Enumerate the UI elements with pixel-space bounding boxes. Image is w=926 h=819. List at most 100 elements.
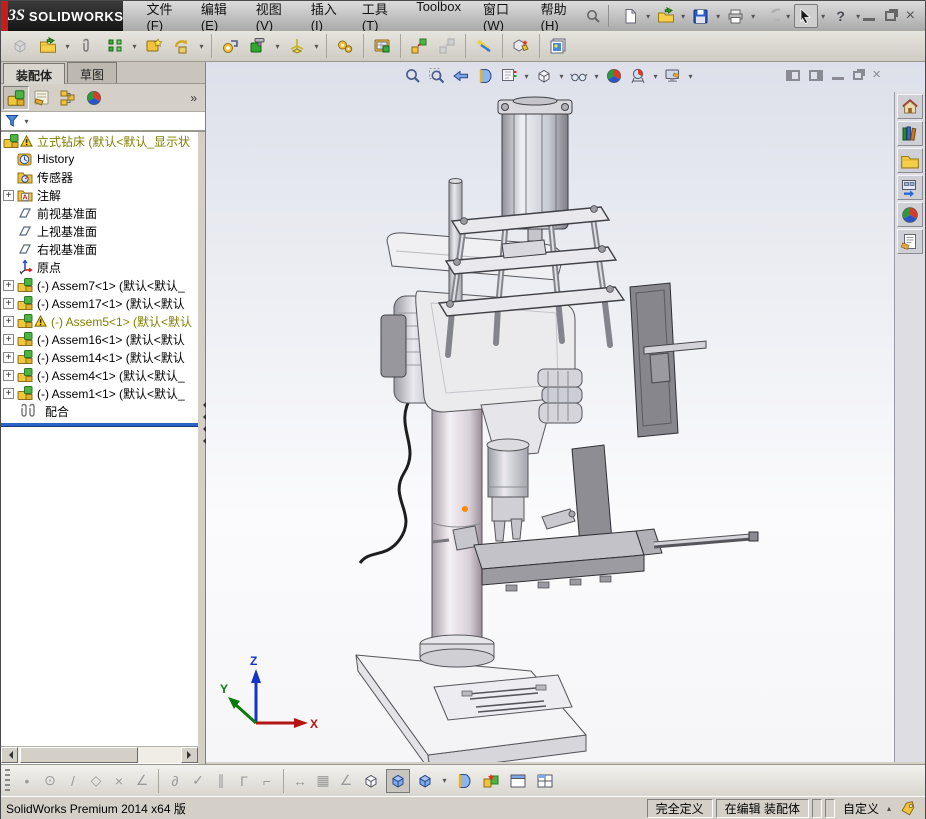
expand-toggle[interactable]	[3, 297, 14, 309]
tag-icon[interactable]	[899, 800, 917, 818]
scroll-left-arrow[interactable]	[1, 747, 18, 763]
move-component-icon[interactable]	[169, 33, 195, 59]
exploded-view-icon[interactable]	[406, 33, 432, 59]
file-explorer-icon[interactable]	[897, 148, 923, 173]
apply-scene-caret[interactable]	[651, 72, 660, 81]
print-dropdown-caret[interactable]	[749, 12, 758, 21]
select-dropdown-caret[interactable]	[819, 12, 828, 21]
design-library-icon[interactable]	[897, 121, 923, 146]
help-dropdown-caret[interactable]	[854, 12, 863, 21]
show-hidden-components-icon[interactable]	[217, 33, 243, 59]
shaded-caret[interactable]	[440, 776, 449, 785]
shaded-icon[interactable]	[413, 769, 437, 793]
sketch-chamfer-icon[interactable]: ∠	[132, 772, 152, 789]
instant3d-icon[interactable]	[471, 33, 497, 59]
smart-dimension-icon[interactable]: ↔	[290, 773, 310, 789]
smart-fasteners-icon[interactable]	[141, 33, 167, 59]
hide-show-caret[interactable]	[592, 72, 601, 81]
collision-detection-icon[interactable]	[479, 769, 503, 793]
featuremanager-tab[interactable]	[3, 85, 29, 110]
manager-overflow-chevron[interactable]: »	[190, 91, 197, 105]
display-style-icon[interactable]	[533, 65, 555, 87]
graphics-area[interactable]: Z Y X	[206, 62, 925, 762]
view-settings-icon[interactable]	[662, 65, 684, 87]
open-dropdown-caret[interactable]	[679, 12, 688, 21]
print-button[interactable]	[724, 4, 748, 28]
shaded-with-edges-icon[interactable]	[386, 768, 410, 793]
sketch-point-icon[interactable]: •	[17, 773, 37, 789]
filter-caret[interactable]	[22, 117, 31, 126]
expand-toggle[interactable]	[3, 369, 14, 381]
section-view-icon[interactable]	[474, 65, 496, 87]
angle-snap-icon[interactable]: ∠	[336, 772, 356, 789]
apply-scene-icon[interactable]	[627, 65, 649, 87]
model-fixture-plate-right[interactable]	[629, 282, 707, 438]
linear-component-pattern-icon[interactable]	[102, 33, 128, 59]
status-custom-label[interactable]: 自定义	[843, 800, 879, 817]
assembly-features-icon[interactable]	[245, 33, 271, 59]
panel-splitter[interactable]	[199, 402, 206, 462]
reference-geometry-icon[interactable]	[284, 33, 310, 59]
doc-restore-button[interactable]	[853, 70, 864, 80]
sketch-circle-icon[interactable]: ⊙	[40, 772, 60, 789]
tab-assembly[interactable]: 装配体	[3, 63, 66, 84]
rollback-bar[interactable]	[1, 423, 198, 427]
model-cable[interactable]	[358, 394, 414, 564]
display-style-caret[interactable]	[557, 72, 566, 81]
sketch-polygon-icon[interactable]: ◇	[86, 772, 106, 789]
save-button[interactable]	[689, 4, 713, 28]
doc-minimize-button[interactable]	[832, 71, 845, 80]
section-view-button[interactable]	[452, 769, 476, 793]
open-document-button[interactable]	[654, 4, 678, 28]
insert-components-icon[interactable]	[35, 33, 61, 59]
undo-dropdown-caret[interactable]	[784, 12, 793, 21]
viewport-four-icon[interactable]	[533, 769, 557, 793]
expand-toggle[interactable]	[3, 315, 14, 327]
tree-item-mates[interactable]: 配合	[1, 402, 198, 420]
tree-item-assem16[interactable]: (-) Assem16<1> (默认<默认	[1, 330, 198, 348]
tree-item-root[interactable]: 立式钻床 (默认<默认_显示状	[1, 132, 198, 150]
assembly-model-drill-press[interactable]: Z Y X	[206, 93, 896, 762]
view-orientation-icon[interactable]	[498, 65, 520, 87]
previous-view-icon[interactable]	[450, 65, 472, 87]
help-button[interactable]: ?	[829, 4, 853, 28]
construction-geometry-icon[interactable]: ⌐	[257, 773, 277, 789]
insert-components-caret[interactable]	[63, 42, 72, 51]
zoom-to-area-icon[interactable]	[426, 65, 448, 87]
model-column[interactable]	[419, 382, 495, 668]
hide-show-items-icon[interactable]	[568, 65, 590, 87]
close-button[interactable]	[906, 11, 915, 21]
view-settings-caret[interactable]	[686, 72, 695, 81]
expand-toggle[interactable]	[3, 333, 14, 345]
model-fixture-plate-mid[interactable]	[571, 444, 613, 546]
pane-left-button[interactable]	[786, 69, 801, 81]
tree-item-sensors[interactable]: 传感器	[1, 168, 198, 186]
convert-entities-icon[interactable]: ✓	[188, 772, 208, 789]
tree-item-history[interactable]: History	[1, 150, 198, 168]
tree-item-assem7[interactable]: (-) Assem7<1> (默认<默认_	[1, 276, 198, 294]
title-bar[interactable]: 3S SOLIDWORKS 文件(F) 编辑(E) 视图(V) 插入(I) 工具…	[1, 0, 925, 33]
custom-properties-icon[interactable]	[897, 229, 923, 254]
expand-toggle[interactable]	[3, 351, 14, 363]
viewport-single-icon[interactable]	[506, 769, 530, 793]
expand-toggle[interactable]	[3, 279, 14, 291]
bill-of-materials-icon[interactable]	[369, 33, 395, 59]
toolbar-grip[interactable]	[5, 768, 10, 793]
custom-caret-icon[interactable]	[887, 804, 891, 813]
wireframe-icon[interactable]	[359, 769, 383, 793]
tree-item-assem14[interactable]: (-) Assem14<1> (默认<默认	[1, 348, 198, 366]
view-orientation-caret[interactable]	[522, 72, 531, 81]
pane-right-button[interactable]	[809, 69, 824, 81]
corner-rectangle-icon[interactable]: Γ	[234, 773, 254, 789]
minimize-button[interactable]	[862, 11, 875, 21]
new-motion-study-icon[interactable]	[332, 33, 358, 59]
linear-pattern-caret[interactable]	[130, 42, 139, 51]
assembly-features-caret[interactable]	[273, 42, 282, 51]
tree-item-right-plane[interactable]: 右视基准面	[1, 240, 198, 258]
view-palette-icon[interactable]	[897, 175, 923, 200]
tree-item-assem5[interactable]: (-) Assem5<1> (默认<默认	[1, 312, 198, 330]
undo-button[interactable]	[759, 4, 783, 28]
mate-icon[interactable]	[74, 33, 100, 59]
configurationmanager-tab[interactable]	[55, 86, 81, 110]
sketch-trim-icon[interactable]: ×	[109, 773, 129, 789]
